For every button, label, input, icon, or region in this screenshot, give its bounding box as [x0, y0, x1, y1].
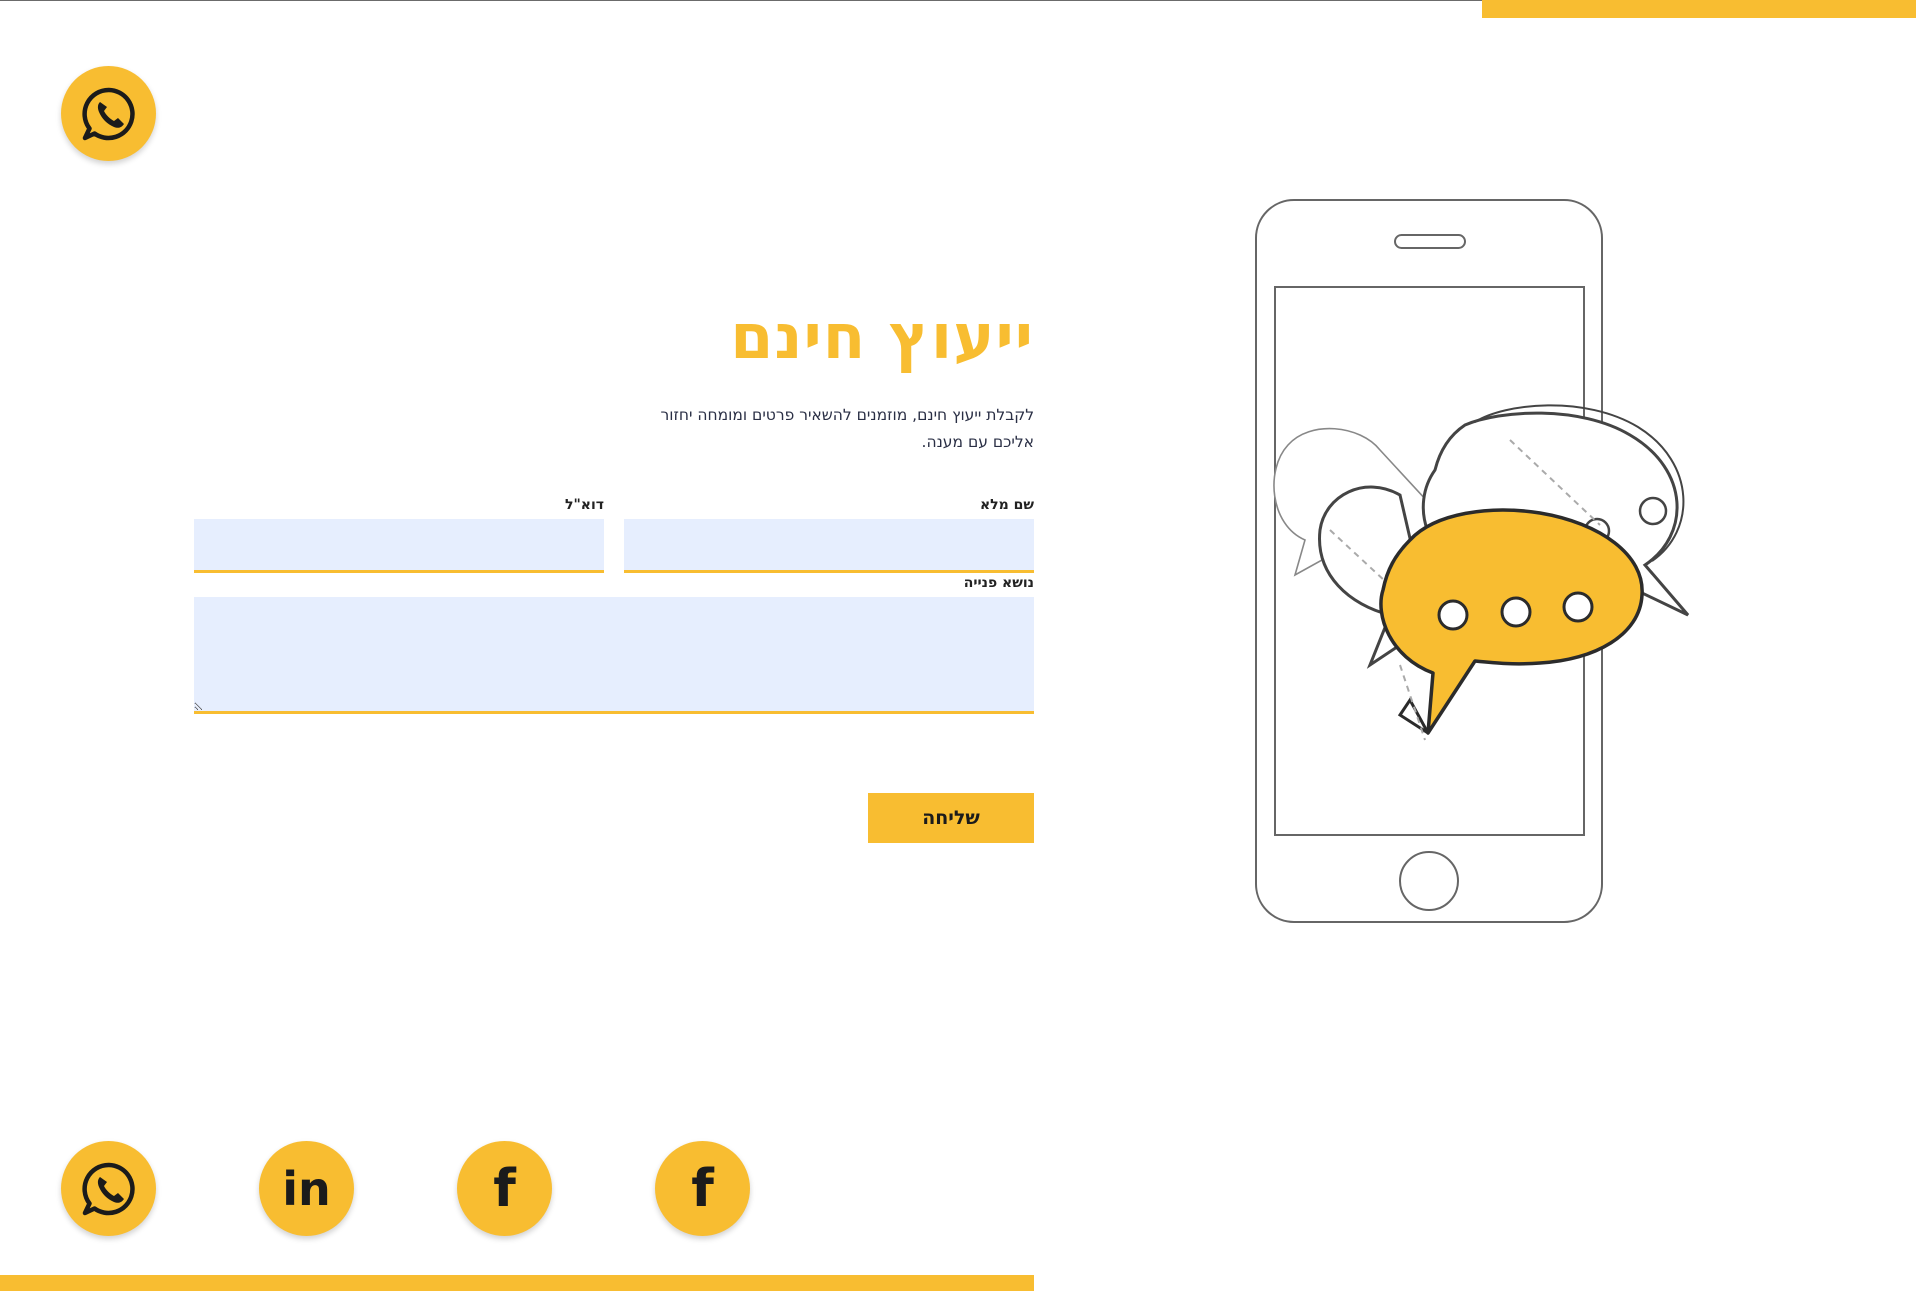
social-linkedin-button[interactable]: in — [259, 1141, 354, 1236]
facebook-icon: f — [493, 1158, 516, 1219]
whatsapp-icon — [80, 1160, 138, 1218]
whatsapp-icon — [80, 85, 138, 143]
top-accent-bar — [1482, 0, 1916, 18]
social-whatsapp-button[interactable] — [61, 1141, 156, 1236]
full-name-label: שם מלא — [979, 497, 1034, 513]
submit-button[interactable]: שליחה — [868, 793, 1034, 843]
email-input[interactable] — [194, 519, 604, 573]
page-description: לקבלת ייעוץ חינם, מוזמנים להשאיר פרטים ו… — [660, 406, 1035, 451]
subject-label: נושא פנייה — [963, 575, 1034, 591]
facebook-icon: f — [691, 1158, 714, 1219]
floating-whatsapp-button[interactable] — [61, 66, 156, 161]
social-facebook-button-2[interactable]: f — [655, 1141, 750, 1236]
linkedin-icon: in — [282, 1161, 331, 1216]
email-label: דוא"ל — [565, 497, 604, 513]
page-title: ייעוץ חינם — [730, 300, 1034, 373]
phone-chat-bubbles-illustration — [1250, 195, 1730, 939]
social-facebook-button[interactable]: f — [457, 1141, 552, 1236]
bottom-accent-bar — [0, 1275, 1034, 1291]
full-name-input[interactable] — [624, 519, 1034, 573]
subject-textarea[interactable] — [194, 597, 1034, 714]
